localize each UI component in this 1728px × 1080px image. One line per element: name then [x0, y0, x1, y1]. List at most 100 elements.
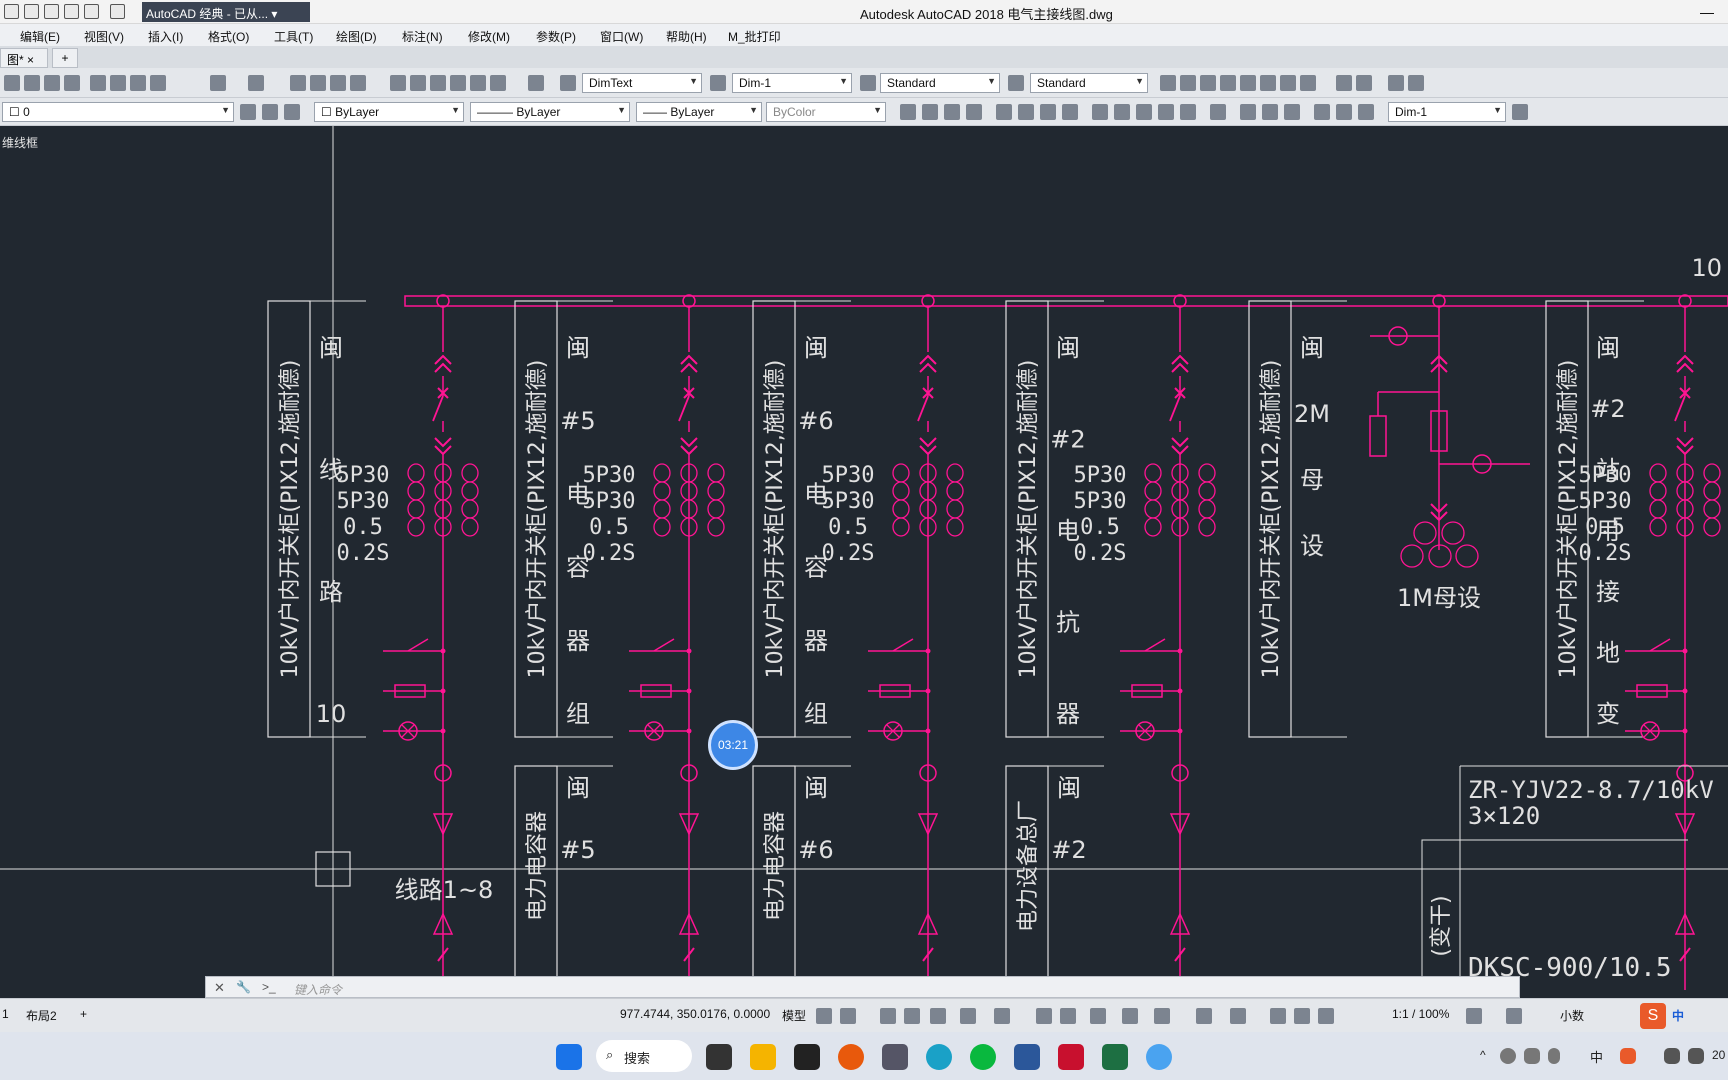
- close-icon[interactable]: ✕: [214, 980, 225, 996]
- undo-icon[interactable]: [84, 4, 99, 19]
- polar-icon[interactable]: [904, 1008, 920, 1024]
- units-select[interactable]: 小数: [1560, 1007, 1584, 1024]
- menu-draw[interactable]: 绘图(D): [336, 28, 377, 45]
- text-style-icon[interactable]: [560, 75, 576, 91]
- firefox-icon[interactable]: [838, 1044, 864, 1070]
- zoom-previous-icon[interactable]: [350, 75, 366, 91]
- zoom-window-icon[interactable]: [330, 75, 346, 91]
- justify-icon[interactable]: [1280, 75, 1296, 91]
- selection-cycling-icon[interactable]: [1122, 1008, 1138, 1024]
- menu-window[interactable]: 窗口(W): [600, 28, 643, 45]
- command-line[interactable]: ✕ 🔧 >_ 键入命令: [205, 976, 1520, 998]
- dim-diameter-icon[interactable]: [1040, 104, 1056, 120]
- lineweight-select[interactable]: —— ByLayer ▼: [636, 102, 762, 122]
- layer-previous-icon[interactable]: [284, 104, 300, 120]
- inspect-icon[interactable]: [1262, 104, 1278, 120]
- word-icon[interactable]: [1014, 1044, 1040, 1070]
- dim-radius-icon[interactable]: [996, 104, 1012, 120]
- color-select[interactable]: ☐ ByLayer ▼: [314, 102, 464, 122]
- taskbar-search[interactable]: ⌕ 搜索: [596, 1040, 692, 1072]
- calculator-icon[interactable]: [882, 1044, 908, 1070]
- isodraft-icon[interactable]: [994, 1008, 1010, 1024]
- excel-icon[interactable]: [1102, 1044, 1128, 1070]
- pan-icon[interactable]: [290, 75, 306, 91]
- menu-batch-print[interactable]: M_批打印: [728, 28, 781, 45]
- tab-drawing[interactable]: 图* ×: [0, 48, 48, 68]
- mtext-icon[interactable]: [1180, 75, 1196, 91]
- recording-timer[interactable]: 03:21: [708, 720, 758, 770]
- dim-linear-icon[interactable]: [900, 104, 916, 120]
- jogged-linear-icon[interactable]: [1284, 104, 1300, 120]
- copy-icon[interactable]: [110, 75, 126, 91]
- dim-style-select[interactable]: Dim-1 ▼: [732, 73, 852, 93]
- command-input[interactable]: 键入命令: [294, 981, 342, 998]
- osnap-icon[interactable]: [930, 1008, 946, 1024]
- annotation-scale[interactable]: 1:1 / 100%: [1392, 1007, 1449, 1021]
- lineweight-icon[interactable]: [1060, 1008, 1076, 1024]
- units-icon[interactable]: [1230, 1008, 1246, 1024]
- redo-icon[interactable]: [248, 75, 264, 91]
- print-icon[interactable]: [64, 4, 79, 19]
- model-button[interactable]: 模型: [782, 1007, 806, 1024]
- menu-parametric[interactable]: 参数(P): [536, 28, 576, 45]
- match-prop-icon[interactable]: [150, 75, 166, 91]
- annotation-scale-icon[interactable]: [1318, 1008, 1334, 1024]
- paste-icon[interactable]: [130, 75, 146, 91]
- menu-view[interactable]: 视图(V): [84, 28, 124, 45]
- new-tab-button[interactable]: +: [52, 48, 78, 68]
- qnew-icon[interactable]: [4, 75, 20, 91]
- dim-style-icon[interactable]: [710, 75, 726, 91]
- plus-icon[interactable]: [1506, 1008, 1522, 1024]
- workspace-selector[interactable]: AutoCAD 经典 - 已从... ▾: [142, 2, 310, 22]
- mleader-style-select[interactable]: Standard ▼: [1030, 73, 1148, 93]
- dim-baseline-icon[interactable]: [1114, 104, 1130, 120]
- minimize-icon[interactable]: —: [1700, 4, 1714, 20]
- dim-override-icon[interactable]: [1408, 75, 1424, 91]
- file-explorer-icon[interactable]: [750, 1044, 776, 1070]
- dim-style-icon[interactable]: [1512, 104, 1528, 120]
- menu-format[interactable]: 格式(O): [208, 28, 249, 45]
- dim-aligned-icon[interactable]: [922, 104, 938, 120]
- wifi-icon[interactable]: [1664, 1048, 1680, 1064]
- annotation-monitor-icon[interactable]: [1196, 1008, 1212, 1024]
- dim-jogged-icon[interactable]: [1018, 104, 1034, 120]
- quick-dim-icon[interactable]: [1092, 104, 1108, 120]
- dim-arc-icon[interactable]: [944, 104, 960, 120]
- dim-continue-icon[interactable]: [1136, 104, 1152, 120]
- wechat-icon[interactable]: [970, 1044, 996, 1070]
- dynucs-icon[interactable]: [1036, 1008, 1052, 1024]
- task-view-icon[interactable]: [706, 1044, 732, 1070]
- app-menu-icon[interactable]: [4, 4, 19, 19]
- menu-tools[interactable]: 工具(T): [274, 28, 313, 45]
- layout-tab-2[interactable]: 布局2: [26, 1007, 57, 1024]
- spell-check-icon[interactable]: [1240, 75, 1256, 91]
- gear-icon[interactable]: [1466, 1008, 1482, 1024]
- autocad-icon[interactable]: [1058, 1044, 1084, 1070]
- dim-text-edit-icon[interactable]: [1336, 104, 1352, 120]
- tolerance-icon[interactable]: [1210, 104, 1226, 120]
- markup-icon[interactable]: [470, 75, 486, 91]
- redo-icon[interactable]: [110, 4, 125, 19]
- save-icon[interactable]: [44, 4, 59, 19]
- sheet-set-icon[interactable]: [450, 75, 466, 91]
- layer-prev-icon[interactable]: [1356, 75, 1372, 91]
- undo-icon[interactable]: [210, 75, 226, 91]
- plot-icon[interactable]: [64, 75, 80, 91]
- dim-angular-icon[interactable]: [1062, 104, 1078, 120]
- sync-icon[interactable]: [1524, 1048, 1540, 1064]
- auto-scale-icon[interactable]: [1294, 1008, 1310, 1024]
- text-scale-icon[interactable]: [1260, 75, 1276, 91]
- find-icon[interactable]: [1220, 75, 1236, 91]
- wrench-icon[interactable]: 🔧: [236, 980, 251, 994]
- linetype-select[interactable]: ——— ByLayer ▼: [470, 102, 630, 122]
- start-icon[interactable]: [556, 1044, 582, 1070]
- ime-indicator[interactable]: 中: [1590, 1047, 1603, 1066]
- dim-space-icon[interactable]: [1158, 104, 1174, 120]
- zoom-realtime-icon[interactable]: [310, 75, 326, 91]
- grid-icon[interactable]: [816, 1008, 832, 1024]
- ime-logo-icon[interactable]: S: [1640, 1003, 1666, 1029]
- edge-icon[interactable]: [926, 1044, 952, 1070]
- volume-icon[interactable]: [1688, 1048, 1704, 1064]
- layer-select[interactable]: ☐ 0 ▼: [2, 102, 234, 122]
- help-icon[interactable]: [528, 75, 544, 91]
